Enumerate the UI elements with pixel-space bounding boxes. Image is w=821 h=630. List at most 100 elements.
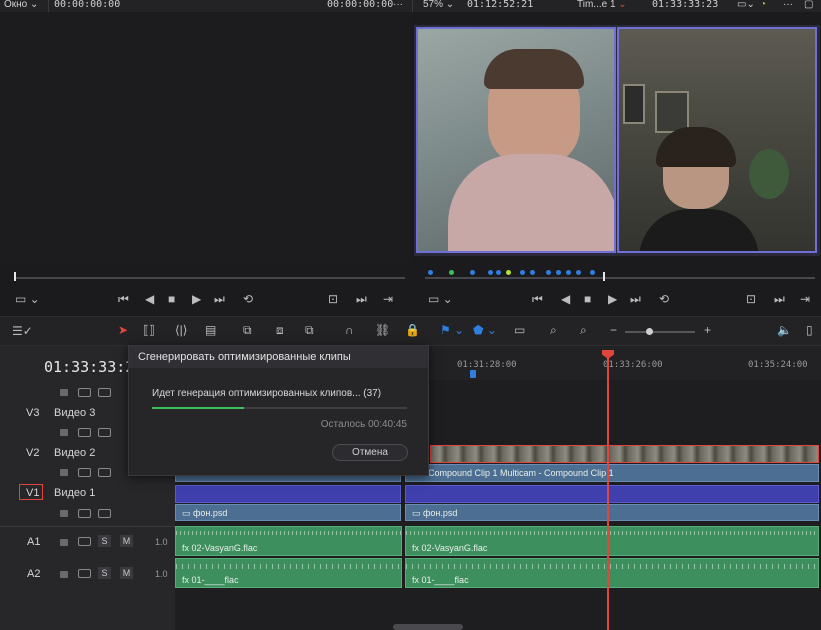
jump-start-icon[interactable]: ⏮	[118, 292, 129, 307]
match-frame-icon[interactable]: ⊡	[328, 292, 338, 306]
source-viewer[interactable]	[0, 13, 410, 265]
camera-frame-left[interactable]	[416, 27, 616, 253]
lock-icon[interactable]	[60, 429, 68, 436]
mute-button[interactable]: M	[120, 535, 133, 547]
timeline-scrub-handle[interactable]	[603, 272, 605, 281]
track-visible-icon[interactable]	[98, 428, 111, 437]
track-visible-icon[interactable]	[98, 468, 111, 477]
auto-select-icon[interactable]	[78, 537, 91, 546]
auto-select-icon[interactable]	[78, 569, 91, 578]
window-menu[interactable]: Окно ⌄	[4, 0, 38, 10]
auto-select-icon[interactable]	[78, 468, 91, 477]
dynamic-trim-icon[interactable]: ⟨|⟩	[175, 323, 187, 337]
timeline-options-icon[interactable]: ☰✓	[12, 324, 33, 338]
next-edit-icon[interactable]: ⏭	[356, 292, 367, 307]
viewer-mode-icon[interactable]: ▭ ⌄	[428, 292, 453, 306]
lock-icon[interactable]	[60, 539, 68, 546]
track-name[interactable]: Видео 2	[54, 447, 95, 459]
playhead[interactable]	[607, 352, 609, 630]
timeline-selector[interactable]: Tim...e 1 ⌄	[577, 0, 627, 10]
play-icon[interactable]: ▶	[608, 292, 617, 306]
next-edit-icon[interactable]: ⏭	[774, 292, 785, 307]
audio-clip[interactable]: fx 02-VasyanG.flac	[405, 526, 819, 556]
jump-end-icon[interactable]: ⏭	[214, 292, 225, 307]
more-icon[interactable]: ···	[783, 0, 793, 10]
lock-icon[interactable]	[60, 389, 68, 396]
blade-tool-icon[interactable]: ▤	[205, 323, 216, 337]
zoom-full-icon[interactable]: ▭	[514, 323, 525, 337]
loop-icon[interactable]: ⟲	[243, 292, 253, 306]
timeline-marker[interactable]	[470, 370, 476, 378]
flag-icon[interactable]: ⚑ ⌄	[440, 323, 464, 337]
select-tool-icon[interactable]: ➤	[118, 323, 128, 337]
marker[interactable]	[488, 270, 493, 275]
psd-clip[interactable]: ▭ фон.psd	[405, 504, 819, 521]
zoom-out-icon[interactable]: −	[610, 323, 617, 337]
camera-frame-right[interactable]	[617, 27, 817, 253]
play-reverse-icon[interactable]: ◀	[145, 292, 154, 306]
marker-icon[interactable]: ⬟ ⌄	[473, 323, 497, 337]
psd-clip-body[interactable]	[405, 485, 819, 503]
marker[interactable]	[590, 270, 595, 275]
trim-tool-icon[interactable]: ⟦⟧	[143, 323, 155, 337]
position-lock-icon[interactable]: 🔒	[405, 323, 420, 337]
timeline-viewer[interactable]	[414, 25, 820, 256]
lock-icon[interactable]	[60, 510, 68, 517]
solo-button[interactable]: S	[98, 535, 111, 547]
loop-icon[interactable]: ⟲	[659, 292, 669, 306]
speaker-icon[interactable]: 🔈	[777, 323, 792, 337]
track-visible-icon[interactable]	[98, 388, 111, 397]
snapping-icon[interactable]: ∩	[345, 323, 354, 337]
cancel-button[interactable]: Отмена	[332, 444, 408, 461]
insert-clip-icon[interactable]: ⧉	[243, 323, 252, 338]
marker[interactable]	[530, 270, 535, 275]
marker[interactable]	[556, 270, 561, 275]
match-frame-icon[interactable]: ⊡	[746, 292, 756, 306]
zoom-slider[interactable]	[625, 331, 695, 333]
timeline-scrubber[interactable]	[425, 277, 815, 279]
zoom-slider-thumb[interactable]	[646, 328, 653, 335]
last-frame-icon[interactable]: ⇥	[800, 292, 810, 306]
play-icon[interactable]: ▶	[192, 292, 201, 306]
lock-icon[interactable]	[60, 469, 68, 476]
color-dots-icon[interactable]: ◔	[760, 0, 766, 10]
marker[interactable]	[470, 270, 475, 275]
audio-meter-icon[interactable]: ▯	[806, 323, 813, 337]
audio-clip[interactable]: fx 02-VasyanG.flac	[175, 526, 402, 556]
stop-icon[interactable]: ■	[168, 292, 175, 306]
more-icon[interactable]: ···	[393, 0, 403, 10]
marker[interactable]	[496, 270, 501, 275]
timeline-ruler[interactable]: 01:31:28:00 01:33:26:00 01:35:24:00	[430, 346, 821, 380]
overwrite-clip-icon[interactable]: ⧈	[276, 323, 284, 338]
marker[interactable]	[546, 270, 551, 275]
viewer-mode-icon[interactable]: ▭ ⌄	[15, 292, 40, 306]
marker[interactable]	[520, 270, 525, 275]
solo-button[interactable]: S	[98, 567, 111, 579]
auto-select-icon[interactable]	[78, 388, 91, 397]
track-name[interactable]: Видео 1	[54, 487, 95, 499]
audio-clip[interactable]: fx 01-____flac	[175, 558, 402, 588]
linked-selection-icon[interactable]: ⛓	[375, 323, 390, 337]
source-scrub-handle[interactable]	[14, 272, 16, 281]
timeline-scrollbar[interactable]	[393, 624, 463, 630]
clip-view-icon[interactable]: ▭⌄	[737, 0, 755, 10]
marker[interactable]	[428, 270, 433, 275]
stop-icon[interactable]: ■	[584, 292, 591, 306]
psd-clip-body[interactable]	[175, 485, 401, 503]
zoom-in-icon[interactable]: +	[704, 323, 711, 337]
mute-button[interactable]: M	[120, 567, 133, 579]
marker[interactable]	[506, 270, 511, 275]
audio-clip[interactable]: fx 01-____flac	[405, 558, 819, 588]
marker[interactable]	[566, 270, 571, 275]
marker[interactable]	[449, 270, 454, 275]
lock-icon[interactable]	[60, 571, 68, 578]
jump-start-icon[interactable]: ⏮	[532, 292, 543, 307]
track-visible-icon[interactable]	[98, 509, 111, 518]
jump-end-icon[interactable]: ⏭	[630, 292, 641, 307]
expand-icon[interactable]: ▢	[804, 0, 813, 10]
replace-clip-icon[interactable]: ⧉	[305, 323, 314, 338]
zoom-selector[interactable]: 57% ⌄	[423, 0, 454, 10]
compound-clip-thumbnails[interactable]	[430, 445, 819, 463]
play-reverse-icon[interactable]: ◀	[561, 292, 570, 306]
compound-clip[interactable]: Compound Clip 1 Multicam - Compound Clip…	[405, 464, 819, 482]
